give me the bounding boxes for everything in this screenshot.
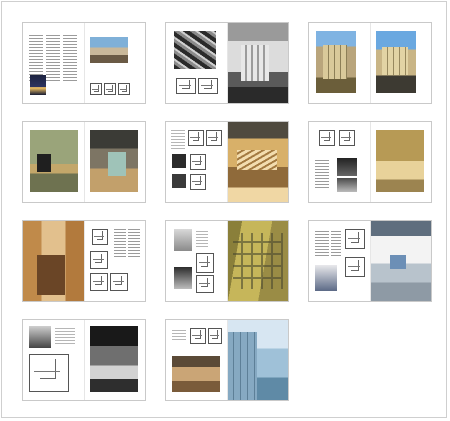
text-column [46,33,60,83]
left-page [23,23,84,103]
night-photo [30,75,46,95]
right-page [227,23,288,103]
floor-plan [190,174,206,190]
spread-thumbnail-10[interactable] [22,319,146,401]
photo [174,267,192,289]
window-view [390,255,406,269]
text-column [63,33,77,83]
right-page [84,23,145,103]
spread-thumbnail-3[interactable] [308,22,432,104]
right-page [370,23,431,103]
text-column [171,128,185,150]
floor-plan [90,83,102,95]
spread-thumbnail-7[interactable] [22,220,146,302]
floor-plan [319,130,335,146]
stair-detail [237,150,277,170]
right-page [227,221,288,301]
spread-thumbnail-6[interactable] [308,121,432,203]
spread-thumbnail-1[interactable] [22,22,146,104]
spread-thumbnail-11[interactable] [165,319,289,401]
floor-plan [92,229,108,245]
text-column [315,158,329,188]
left-page [309,23,370,103]
floor-plan [345,257,365,277]
photo [337,178,357,192]
left-page [23,320,84,400]
left-page [166,221,227,301]
text-column [128,227,140,257]
text-column [315,229,329,257]
spread-thumbnail-2[interactable] [165,22,289,104]
floor-plan [190,328,206,344]
floor-plan [208,328,222,344]
text-column [331,229,341,257]
glass-panels [227,332,257,400]
doorway [37,255,65,295]
floor-plan [110,273,128,291]
facade-detail [241,45,269,81]
section-drawing [29,354,69,392]
spread-thumbnail-9[interactable] [308,220,432,302]
section-drawing [198,78,218,94]
photo [337,158,357,176]
facade-detail [382,47,408,75]
window-view [108,152,126,176]
left-page [309,221,370,301]
text-column [55,326,75,346]
window-opening [37,154,51,172]
photo [29,326,51,348]
floor-plan [104,83,116,95]
left-page [166,320,227,400]
spread-thumbnail-8[interactable] [165,220,289,302]
floor-plan [90,251,108,269]
section-drawing [176,78,196,94]
photo [315,265,337,291]
spread-thumbnail-4[interactable] [22,121,146,203]
right-page [84,221,145,301]
photo [172,174,186,188]
right-page [84,320,145,400]
right-page [227,320,288,400]
text-column [172,328,186,342]
floor-plan [190,154,206,170]
staircase-photo [174,31,216,69]
building-photo [90,37,128,63]
left-page [166,23,227,103]
right-page [370,122,431,202]
right-page [370,221,431,301]
document-thumbnail-sheet [1,1,447,418]
floor-plan [196,275,214,293]
floor-plan [196,253,214,273]
text-column [196,229,208,247]
photo [174,229,192,251]
left-page [23,122,84,202]
photo [172,154,186,168]
floor-plan [206,130,222,146]
floor-plan [90,273,108,291]
gallery-photo [376,130,424,192]
floor-plan [339,130,355,146]
facade-detail [323,45,347,79]
floor-plan [345,229,365,249]
interior-photo [90,326,138,392]
right-page [227,122,288,202]
left-page [166,122,227,202]
interior-photo [172,356,220,392]
text-column [114,227,126,257]
left-page [309,122,370,202]
left-page [23,221,84,301]
floor-plan [188,130,204,146]
right-page [84,122,145,202]
window-grid [233,233,283,289]
spread-thumbnail-5[interactable] [165,121,289,203]
floor-plan [118,83,130,95]
